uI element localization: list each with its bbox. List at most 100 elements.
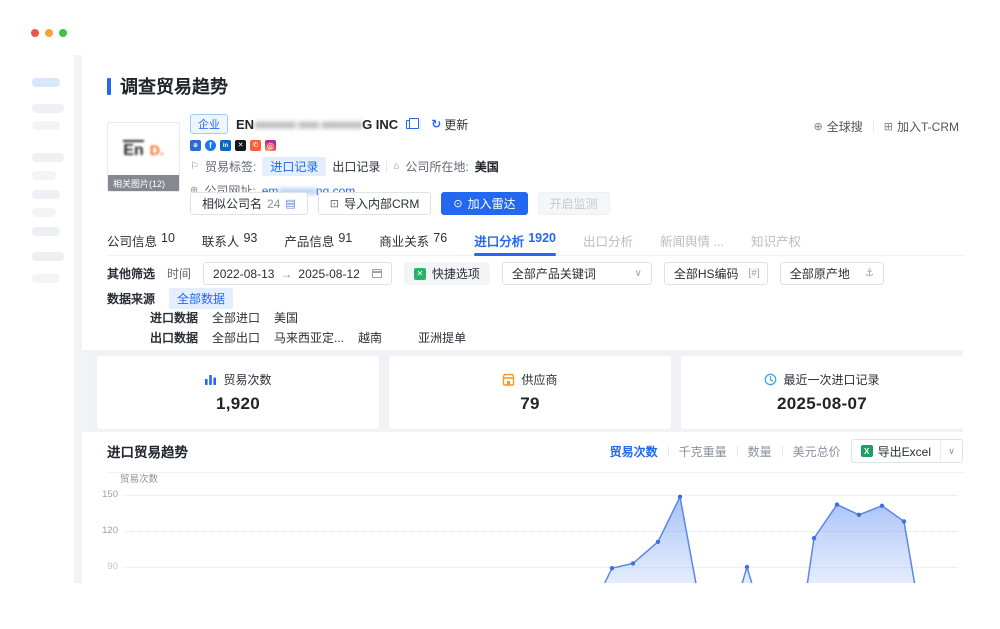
sidebar-item[interactable] — [32, 153, 64, 162]
divider — [873, 121, 874, 132]
calendar-icon — [372, 269, 382, 278]
import-records-tag[interactable]: 进口记录 — [262, 157, 326, 176]
divider — [782, 446, 783, 457]
tab-intellectual-property[interactable]: 知识产权 — [751, 231, 801, 255]
instagram-icon[interactable]: ◎ — [265, 140, 276, 151]
section-tabs: 公司信息10 联系人93 产品信息91 商业关系76 进口分析1920 出口分析… — [107, 231, 963, 256]
copy-icon[interactable] — [406, 120, 414, 129]
filter-bar: 其他筛选 时间 2022-08-13 → 2025-08-12 ✕ 快捷选项 全… — [107, 262, 884, 285]
sidebar-item[interactable] — [32, 104, 64, 113]
chevron-down-icon: ∨ — [635, 268, 642, 279]
close-window-button[interactable] — [31, 29, 39, 37]
date-range-input[interactable]: 2022-08-13 → 2025-08-12 — [203, 262, 392, 285]
website-social-icon[interactable]: ⊕ — [190, 140, 201, 151]
tab-company-info[interactable]: 公司信息10 — [107, 231, 175, 255]
building-icon: ⌂ — [393, 161, 399, 172]
tab-products[interactable]: 产品信息91 — [284, 231, 352, 255]
export-excel-button[interactable]: X 导出Excel — [852, 443, 940, 460]
tab-export-analysis[interactable]: 出口分析 — [583, 231, 633, 255]
chevron-down-icon: ∨ — [948, 446, 955, 457]
divider — [420, 119, 421, 130]
sidebar-placeholder — [32, 78, 72, 283]
panel-divider — [74, 55, 82, 583]
supplier-icon — [502, 373, 515, 386]
export-options-caret[interactable]: ∨ — [940, 440, 962, 462]
zoom-window-button[interactable] — [59, 29, 67, 37]
export-filter-all[interactable]: 全部出口 — [212, 329, 260, 346]
tab-news[interactable]: 新闻舆情 ... — [660, 231, 724, 255]
sidebar-item[interactable] — [32, 208, 56, 217]
data-source-label: 数据来源 — [107, 290, 155, 307]
x-twitter-icon[interactable]: ✕ — [235, 140, 246, 151]
page-title-row: 调查贸易趋势 — [107, 73, 228, 99]
sidebar-item[interactable] — [32, 78, 60, 87]
similar-companies-button[interactable]: 相似公司名 24 ▤ — [190, 192, 308, 215]
tcrm-icon: ⊞ — [884, 120, 893, 133]
trend-chart: 贸易次数 150 120 90 — [82, 465, 963, 583]
all-data-filter[interactable]: 全部数据 — [169, 288, 233, 309]
update-button[interactable]: ↻ 更新 — [431, 116, 468, 133]
sidebar-item[interactable] — [32, 121, 60, 130]
import-filter-all[interactable]: 全部进口 — [212, 309, 260, 326]
company-logo-accent: D. — [150, 142, 164, 158]
company-info: 企业 EN■■■■■■ ■■■ ■■■■■■G INC ↻ 更新 ⊕ f in … — [190, 114, 499, 199]
add-tcrm-button[interactable]: ⊞ 加入T-CRM — [884, 118, 959, 135]
window-controls — [31, 29, 67, 37]
hs-code-select[interactable]: 全部HS编码 [#] — [664, 262, 768, 285]
add-radar-button[interactable]: ⊙ 加入雷达 — [441, 192, 527, 215]
global-search-button[interactable]: ⊕ 全球搜 — [814, 118, 863, 135]
sidebar-item[interactable] — [32, 274, 60, 283]
tab-business-relations[interactable]: 商业关系76 — [379, 231, 447, 255]
sidebar-item[interactable] — [32, 227, 60, 236]
export-excel-split-button: X 导出Excel ∨ — [851, 439, 963, 463]
minimize-window-button[interactable] — [45, 29, 53, 37]
document-icon: ▤ — [285, 197, 295, 210]
time-label: 时间 — [167, 265, 191, 282]
sidebar-item[interactable] — [32, 171, 56, 180]
excel-icon: X — [861, 445, 873, 457]
divider — [737, 446, 738, 457]
global-search-icon: ⊕ — [814, 120, 823, 133]
trend-line-chart[interactable] — [82, 465, 963, 583]
tab-contacts[interactable]: 联系人93 — [202, 231, 257, 255]
export-filter-asia-bill[interactable]: 亚洲提单 — [418, 329, 466, 346]
company-name: EN■■■■■■ ■■■ ■■■■■■G INC — [236, 117, 398, 132]
clock-icon — [764, 373, 777, 386]
facebook-icon[interactable]: f — [205, 140, 216, 151]
import-icon: ⊡ — [330, 197, 339, 210]
metric-usd-total[interactable]: 美元总价 — [793, 443, 841, 460]
stat-label: 最近一次进口记录 — [783, 371, 879, 388]
sidebar-item[interactable] — [32, 252, 64, 261]
export-filter-malaysia[interactable]: 马来西亚定... — [274, 329, 344, 346]
metric-quantity[interactable]: 数量 — [748, 443, 772, 460]
metric-kg-weight[interactable]: 千克重量 — [679, 443, 727, 460]
export-data-label: 出口数据 — [150, 329, 198, 346]
page-title: 调查贸易趋势 — [120, 73, 228, 99]
anchor-icon: ⚓ — [865, 268, 874, 279]
linkedin-icon[interactable]: in — [220, 140, 231, 151]
metric-trade-count[interactable]: 贸易次数 — [610, 443, 658, 460]
product-keywords-select[interactable]: 全部产品关键词 ∨ — [502, 262, 652, 285]
company-logo[interactable]: En D. 相关图片(12) — [107, 122, 180, 192]
phone-icon[interactable]: ✆ — [250, 140, 261, 151]
quick-options-button[interactable]: ✕ 快捷选项 — [404, 262, 490, 285]
export-filter-vietnam[interactable]: 越南 — [358, 329, 382, 346]
radar-icon: ⊙ — [453, 197, 462, 210]
location-value: 美国 — [475, 158, 499, 175]
start-monitor-button[interactable]: 开启监测 — [538, 192, 610, 215]
related-images-label[interactable]: 相关图片(12) — [108, 175, 179, 191]
divider — [386, 161, 387, 172]
hs-code-icon: [#] — [749, 268, 760, 279]
import-data-row: 进口数据 全部进口 美国 — [150, 309, 298, 326]
stat-label: 供应商 — [521, 371, 557, 388]
origin-select[interactable]: 全部原产地 ⚓ — [780, 262, 884, 285]
stat-value: 79 — [520, 394, 540, 414]
tab-import-analysis[interactable]: 进口分析1920 — [474, 231, 556, 255]
refresh-icon: ↻ — [431, 117, 441, 131]
import-filter-usa[interactable]: 美国 — [274, 309, 298, 326]
header-actions: ⊕ 全球搜 ⊞ 加入T-CRM — [814, 118, 959, 135]
quick-options-icon: ✕ — [414, 268, 426, 280]
export-records-tag[interactable]: 出口记录 — [332, 158, 380, 175]
import-crm-button[interactable]: ⊡ 导入内部CRM — [318, 192, 432, 215]
sidebar-item[interactable] — [32, 190, 60, 199]
